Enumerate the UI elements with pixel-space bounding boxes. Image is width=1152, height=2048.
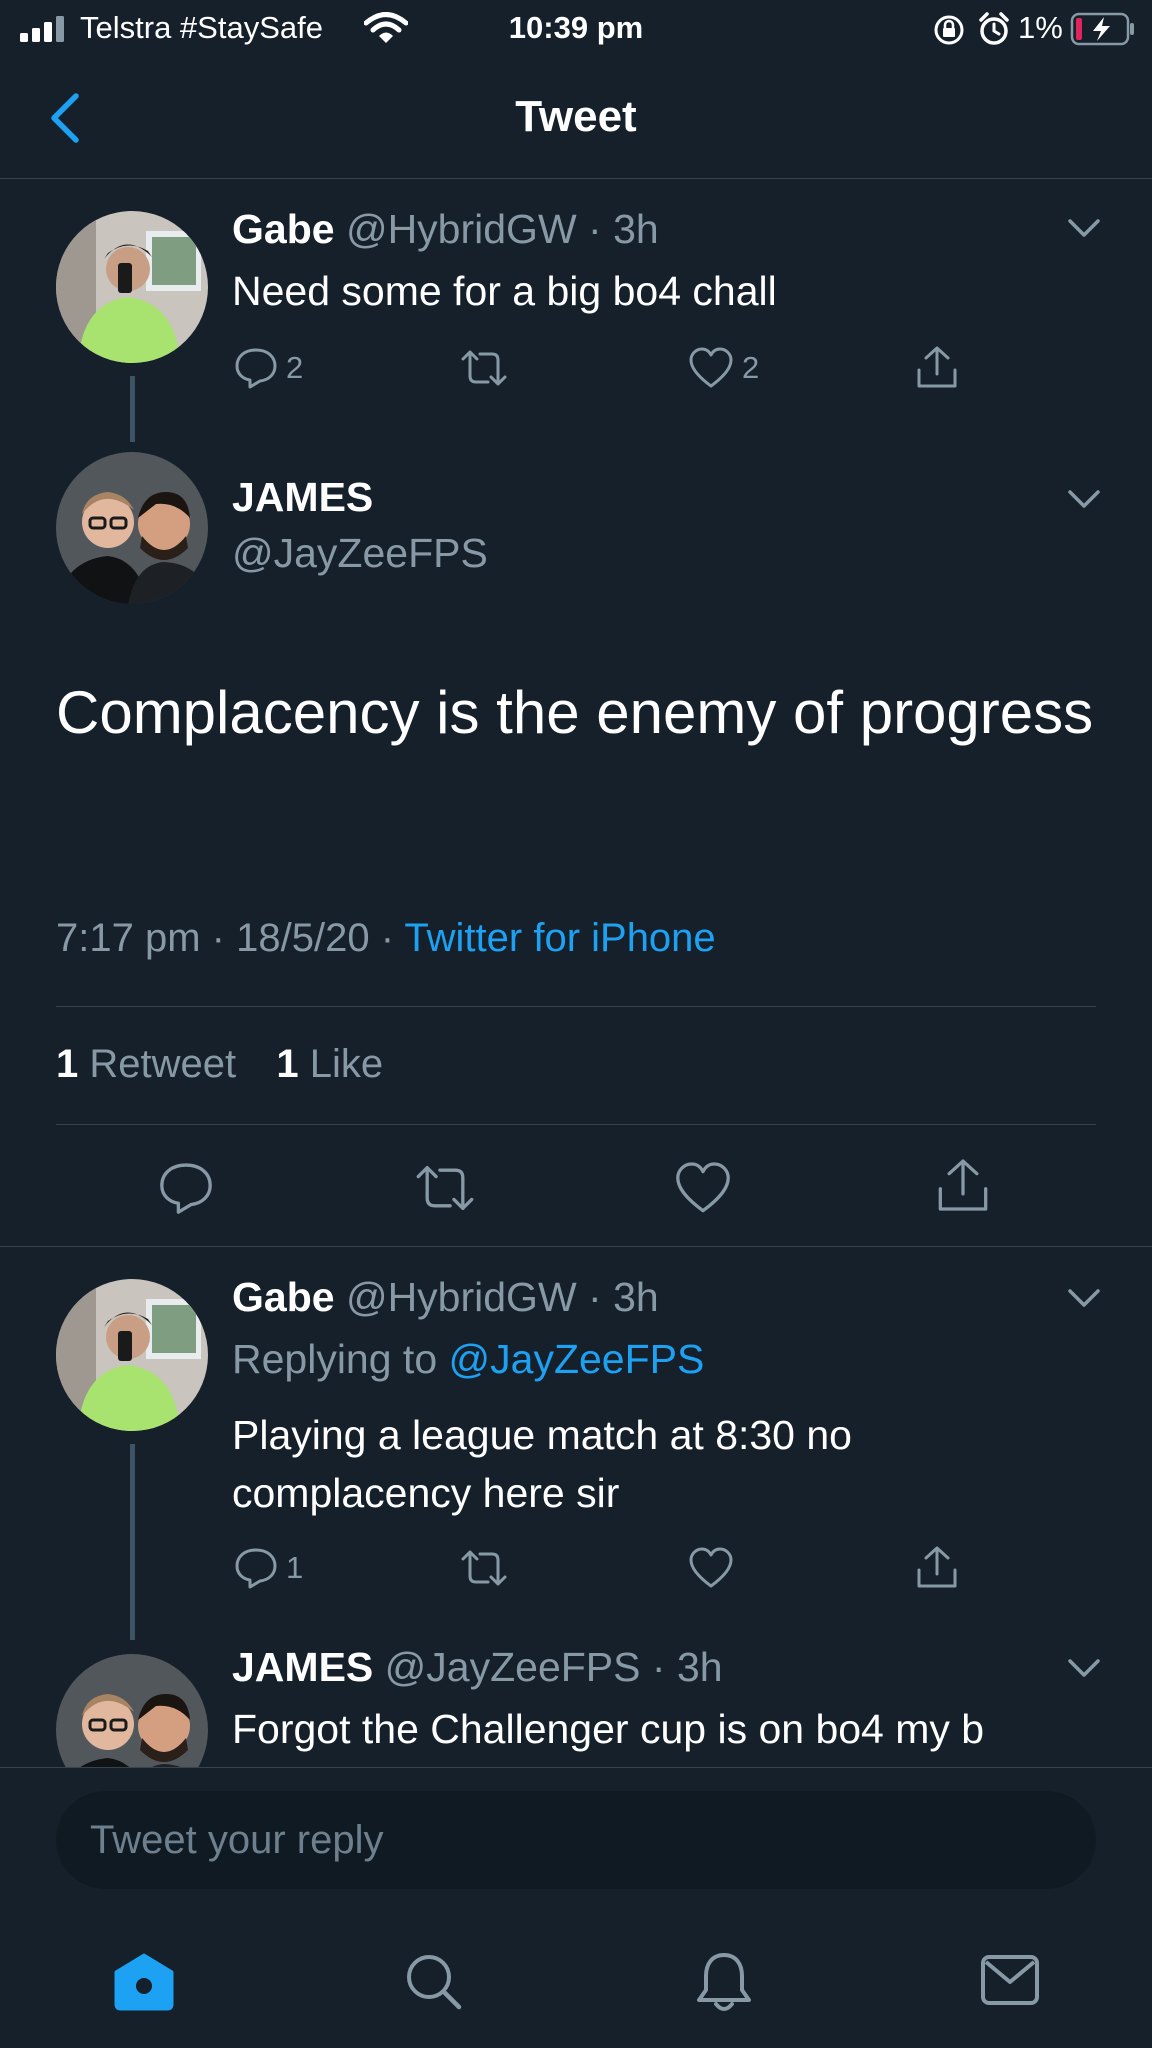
tweet-header: Gabe @HybridGW · 3h — [232, 206, 659, 253]
dot-separator: · — [211, 916, 225, 960]
more-chevron-down-icon[interactable] — [1066, 1286, 1102, 1310]
heart-icon — [676, 1162, 730, 1213]
tweet-time: 3h — [613, 1274, 659, 1320]
author-handle[interactable]: @HybridGW — [346, 206, 577, 252]
retweet-arrows-icon — [416, 1165, 474, 1211]
rotation-lock-icon — [933, 14, 965, 46]
retweet-button[interactable] — [460, 1546, 508, 1590]
avatar[interactable] — [56, 452, 208, 604]
tweet-time: 7:17 pm — [56, 916, 201, 960]
tweet-text: Need some for a big bo4 chall — [232, 268, 777, 314]
reply-button[interactable]: 1 — [234, 1546, 303, 1590]
divider — [56, 1124, 1096, 1125]
retweet-count: 1 — [56, 1042, 79, 1086]
tweet-time: 3h — [676, 1644, 723, 1690]
envelope-icon — [981, 1955, 1039, 2005]
reply-button[interactable] — [158, 1160, 214, 1216]
like-count: 1 — [276, 1042, 299, 1086]
share-button[interactable] — [934, 1156, 992, 1214]
comment-bubble-icon — [235, 1548, 277, 1589]
author-handle[interactable]: @JayZeeFPS — [385, 1644, 641, 1690]
retweets-stat[interactable]: 1 Retweet — [56, 1042, 247, 1086]
likes-stat[interactable]: 1 Like — [276, 1042, 383, 1086]
retweet-arrows-icon — [461, 350, 507, 386]
alarm-icon — [978, 12, 1010, 46]
tab-home[interactable] — [112, 1952, 176, 2012]
bell-icon — [697, 1953, 751, 2011]
author-name[interactable]: JAMES — [232, 474, 373, 521]
thread-line — [130, 1444, 135, 1640]
tweet-text: Complacency is the enemy of progress — [56, 679, 1094, 746]
reply-button[interactable]: 2 — [234, 346, 303, 390]
like-count: 2 — [742, 350, 760, 385]
tweet-header: Gabe @HybridGW · 3h — [232, 1274, 659, 1321]
tweet-header: JAMES @JayZeeFPS · 3h — [232, 1644, 723, 1691]
share-upload-icon — [938, 1159, 988, 1211]
battery-percent: 1% — [1018, 10, 1063, 45]
dot-separator: · — [588, 1274, 602, 1320]
home-icon — [114, 1953, 174, 2011]
more-chevron-down-icon[interactable] — [1066, 1656, 1102, 1680]
reply-count: 1 — [286, 1550, 304, 1585]
engagement-stats: 1 Retweet 1 Like — [56, 1042, 383, 1087]
comment-bubble-icon — [235, 348, 277, 389]
like-button[interactable] — [688, 1546, 734, 1590]
battery-charging-icon — [1070, 12, 1136, 46]
more-chevron-down-icon[interactable] — [1066, 216, 1102, 240]
tweet-source-link[interactable]: Twitter for iPhone — [404, 916, 715, 960]
tweet-clip-region: JAMES @JayZeeFPS · 3h Forgot the Challen… — [0, 1640, 1152, 1767]
status-bar: Telstra #StaySafe 10:39 pm 1% — [0, 0, 1152, 58]
heart-icon — [689, 1547, 733, 1588]
share-button[interactable] — [914, 344, 960, 390]
tweet-text: Forgot the Challenger cup is on bo4 my b — [232, 1706, 985, 1752]
reply-input[interactable] — [56, 1791, 1096, 1889]
replying-to: Replying to @JayZeeFPS — [232, 1336, 704, 1383]
retweet-label: Retweet — [89, 1042, 237, 1086]
tab-messages[interactable] — [980, 1954, 1040, 2006]
tweet-text: Playing a league match at 8:30 no compla… — [232, 1412, 852, 1516]
nav-bar: Tweet — [0, 58, 1152, 179]
like-button[interactable] — [674, 1160, 732, 1216]
divider — [56, 1006, 1096, 1007]
avatar[interactable] — [56, 1654, 208, 1767]
author-name[interactable]: Gabe — [232, 206, 335, 252]
avatar[interactable] — [56, 1279, 208, 1431]
share-upload-icon — [917, 1546, 957, 1588]
share-button[interactable] — [914, 1544, 960, 1590]
retweet-arrows-icon — [461, 1550, 507, 1586]
tweet-meta: 7:17 pm · 18/5/20 · Twitter for iPhone — [56, 916, 716, 961]
dot-separator: · — [651, 1644, 666, 1690]
tweet-time: 3h — [613, 206, 659, 252]
tab-notifications[interactable] — [694, 1950, 754, 2014]
like-button[interactable]: 2 — [688, 346, 759, 390]
comment-bubble-icon — [160, 1163, 212, 1214]
more-chevron-down-icon[interactable] — [1066, 487, 1102, 511]
dot-separator: · — [380, 916, 395, 960]
heart-icon — [689, 347, 733, 388]
page-title: Tweet — [515, 92, 637, 141]
divider — [0, 1767, 1152, 1768]
like-label: Like — [309, 1042, 384, 1086]
replying-prefix: Replying to — [232, 1336, 438, 1382]
share-upload-icon — [917, 346, 957, 388]
avatar[interactable] — [56, 211, 208, 363]
divider — [0, 1246, 1152, 1247]
retweet-button[interactable] — [414, 1160, 476, 1216]
search-icon — [407, 1955, 462, 2010]
retweet-button[interactable] — [460, 346, 508, 390]
thread-line — [130, 376, 135, 442]
author-name[interactable]: JAMES — [232, 1644, 373, 1690]
tab-search[interactable] — [404, 1952, 464, 2012]
author-handle[interactable]: @JayZeeFPS — [232, 530, 488, 577]
author-name[interactable]: Gabe — [232, 1274, 335, 1320]
dot-separator: · — [588, 206, 602, 252]
tab-bar — [0, 1910, 1152, 2048]
author-handle[interactable]: @HybridGW — [346, 1274, 577, 1320]
replying-handle-link[interactable]: @JayZeeFPS — [449, 1336, 705, 1382]
tweet-date: 18/5/20 — [236, 916, 370, 960]
reply-count: 2 — [286, 350, 304, 385]
